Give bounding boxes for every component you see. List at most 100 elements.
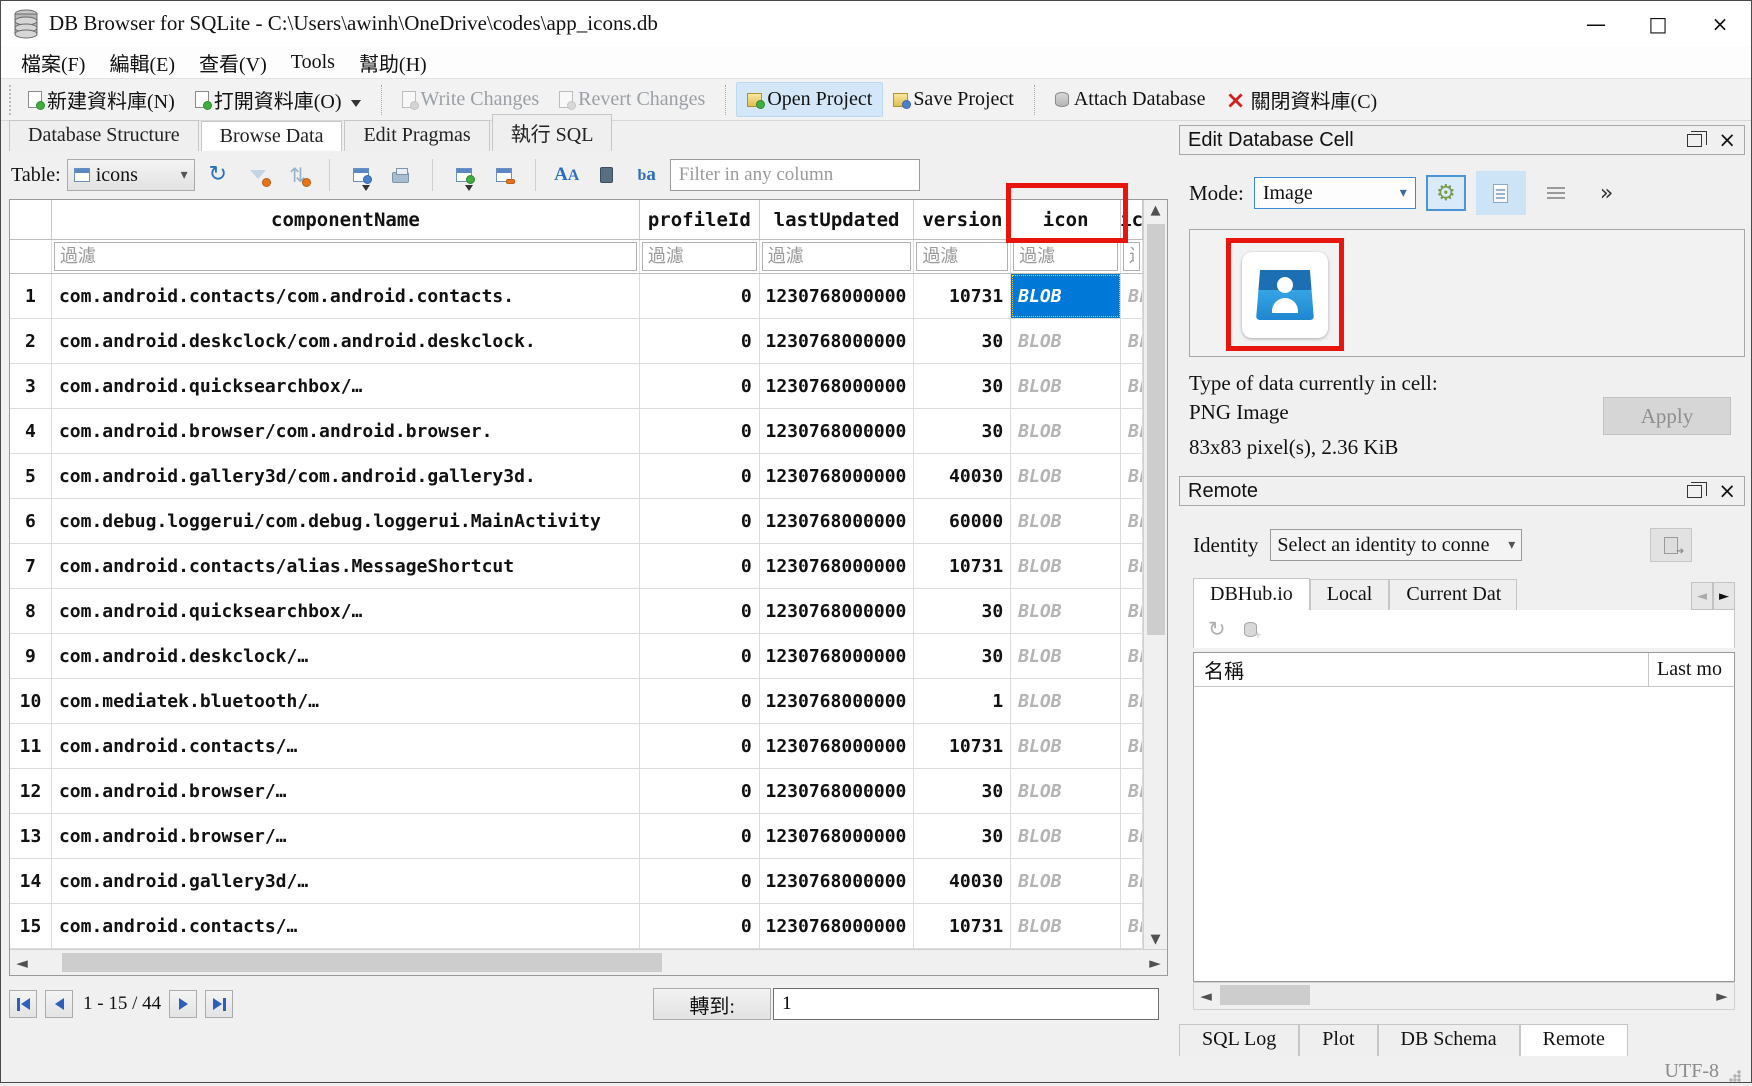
cell-componentName[interactable]: com.android.browser/…: [52, 814, 640, 858]
tab-scroll-right-icon[interactable]: ►: [1713, 582, 1735, 610]
goto-button[interactable]: 轉到:: [653, 988, 771, 1020]
menu-file[interactable]: 檔案(F): [9, 46, 97, 79]
cell-lastUpdated[interactable]: 1230768000000: [760, 319, 915, 363]
mode-select[interactable]: Image ▾: [1254, 177, 1416, 209]
cell-ic[interactable]: BLOB: [1121, 454, 1143, 498]
cell-ic[interactable]: BLOB: [1121, 499, 1143, 543]
menu-view[interactable]: 查看(V): [187, 46, 279, 79]
cell-componentName[interactable]: com.android.gallery3d/com.android.galler…: [52, 454, 640, 498]
float-panel-icon[interactable]: [1687, 485, 1702, 498]
cell-ic[interactable]: BLOB: [1121, 859, 1143, 903]
cell-lastUpdated[interactable]: 1230768000000: [760, 499, 915, 543]
scroll-down-icon[interactable]: ▼: [1144, 929, 1167, 949]
cell-componentName[interactable]: com.android.browser/com.android.browser.: [52, 409, 640, 453]
cell-version[interactable]: 1: [914, 679, 1011, 723]
cell-icon[interactable]: BLOB: [1011, 724, 1121, 768]
row-number[interactable]: 12: [10, 769, 52, 813]
cell-icon[interactable]: BLOB: [1011, 364, 1121, 408]
scroll-right-icon[interactable]: ►: [1710, 983, 1734, 1009]
tab-scroll-left-icon[interactable]: ◄: [1691, 582, 1713, 610]
horizontal-scroll-thumb[interactable]: [62, 953, 662, 972]
table-select[interactable]: icons ▾: [67, 159, 195, 191]
float-panel-icon[interactable]: [1687, 134, 1702, 147]
cell-profileId[interactable]: 0: [640, 319, 760, 363]
cell-ic[interactable]: BLOB: [1121, 724, 1143, 768]
last-record-button[interactable]: [205, 990, 233, 1018]
tab-current-database[interactable]: Current Dat: [1389, 579, 1517, 610]
scroll-left-icon[interactable]: ◄: [10, 950, 34, 975]
scroll-up-icon[interactable]: ▲: [1144, 200, 1167, 220]
more-tools-icon[interactable]: »: [1600, 181, 1613, 206]
cell-lastUpdated[interactable]: 1230768000000: [760, 274, 915, 318]
close-button[interactable]: ×: [1689, 1, 1751, 46]
cell-version[interactable]: 30: [914, 634, 1011, 678]
cell-profileId[interactable]: 0: [640, 544, 760, 588]
next-record-button[interactable]: [169, 990, 197, 1018]
cell-icon[interactable]: BLOB: [1011, 499, 1121, 543]
menu-help[interactable]: 幫助(H): [347, 46, 439, 79]
cell-componentName[interactable]: com.mediatek.bluetooth/…: [52, 679, 640, 723]
cell-lastUpdated[interactable]: 1230768000000: [760, 859, 915, 903]
cell-lastUpdated[interactable]: 1230768000000: [760, 904, 915, 948]
cell-version[interactable]: 30: [914, 319, 1011, 363]
save-table-dropdown-icon[interactable]: [362, 185, 370, 195]
font-size-button[interactable]: AA: [550, 159, 584, 191]
revert-changes-button[interactable]: Revert Changes: [549, 83, 715, 116]
cell-icon[interactable]: BLOB: [1011, 589, 1121, 633]
tab-execute-sql[interactable]: 執行 SQL: [492, 114, 613, 151]
cell-lastUpdated[interactable]: 1230768000000: [760, 544, 915, 588]
cell-ic[interactable]: BLOB: [1121, 409, 1143, 453]
save-table-button[interactable]: [344, 159, 378, 191]
identity-select[interactable]: Select an identity to conne ▾: [1270, 529, 1522, 561]
vertical-scrollbar[interactable]: ▲ ▼: [1143, 200, 1167, 949]
cell-componentName[interactable]: com.android.quicksearchbox/…: [52, 364, 640, 408]
insert-record-dropdown-icon[interactable]: [465, 185, 473, 195]
save-project-button[interactable]: Save Project: [883, 83, 1024, 116]
cell-icon[interactable]: BLOB: [1011, 319, 1121, 363]
filter-input-ic[interactable]: [1123, 242, 1140, 271]
minimize-button[interactable]: —: [1565, 1, 1627, 46]
cell-version[interactable]: 30: [914, 769, 1011, 813]
cell-profileId[interactable]: 0: [640, 679, 760, 723]
menu-tools[interactable]: Tools: [279, 49, 347, 76]
cell-version[interactable]: 40030: [914, 454, 1011, 498]
new-database-button[interactable]: 新建資料庫(N): [18, 80, 185, 119]
cell-version[interactable]: 40030: [914, 859, 1011, 903]
maximize-button[interactable]: □: [1627, 1, 1689, 46]
cell-icon[interactable]: BLOB: [1011, 544, 1121, 588]
row-number[interactable]: 14: [10, 859, 52, 903]
cell-lastUpdated[interactable]: 1230768000000: [760, 364, 915, 408]
row-number[interactable]: 15: [10, 904, 52, 948]
column-header-lastUpdated[interactable]: lastUpdated: [760, 200, 915, 239]
cell-profileId[interactable]: 0: [640, 454, 760, 498]
cell-icon[interactable]: BLOB: [1011, 274, 1121, 318]
cell-icon[interactable]: BLOB: [1011, 409, 1121, 453]
tab-remote[interactable]: Remote: [1520, 1024, 1628, 1056]
cell-profileId[interactable]: 0: [640, 589, 760, 633]
last-modified-column-header[interactable]: Last mo: [1648, 653, 1734, 686]
refresh-button[interactable]: ↻: [201, 159, 235, 191]
refresh-icon[interactable]: ↻: [1208, 617, 1226, 641]
cell-lastUpdated[interactable]: 1230768000000: [760, 814, 915, 858]
tab-edit-pragmas[interactable]: Edit Pragmas: [344, 120, 489, 151]
cell-version[interactable]: 10731: [914, 904, 1011, 948]
column-header-ic[interactable]: ic: [1121, 200, 1143, 239]
cell-ic[interactable]: BLOB: [1121, 814, 1143, 858]
row-number[interactable]: 8: [10, 589, 52, 633]
cell-lastUpdated[interactable]: 1230768000000: [760, 634, 915, 678]
cell-profileId[interactable]: 0: [640, 859, 760, 903]
remote-scroll-thumb[interactable]: [1220, 985, 1310, 1005]
clear-filters-button[interactable]: [241, 159, 275, 191]
row-number[interactable]: 13: [10, 814, 52, 858]
cell-version[interactable]: 30: [914, 364, 1011, 408]
cell-icon[interactable]: BLOB: [1011, 634, 1121, 678]
row-number[interactable]: 6: [10, 499, 52, 543]
cell-ic[interactable]: BLOB: [1121, 589, 1143, 633]
open-project-button[interactable]: Open Project: [736, 82, 883, 117]
tab-dbhub[interactable]: DBHub.io: [1193, 578, 1310, 610]
cell-profileId[interactable]: 0: [640, 724, 760, 768]
tab-db-schema[interactable]: DB Schema: [1378, 1024, 1520, 1056]
cell-ic[interactable]: BLOB: [1121, 904, 1143, 948]
row-number[interactable]: 10: [10, 679, 52, 723]
attach-database-button[interactable]: Attach Database: [1045, 83, 1216, 116]
